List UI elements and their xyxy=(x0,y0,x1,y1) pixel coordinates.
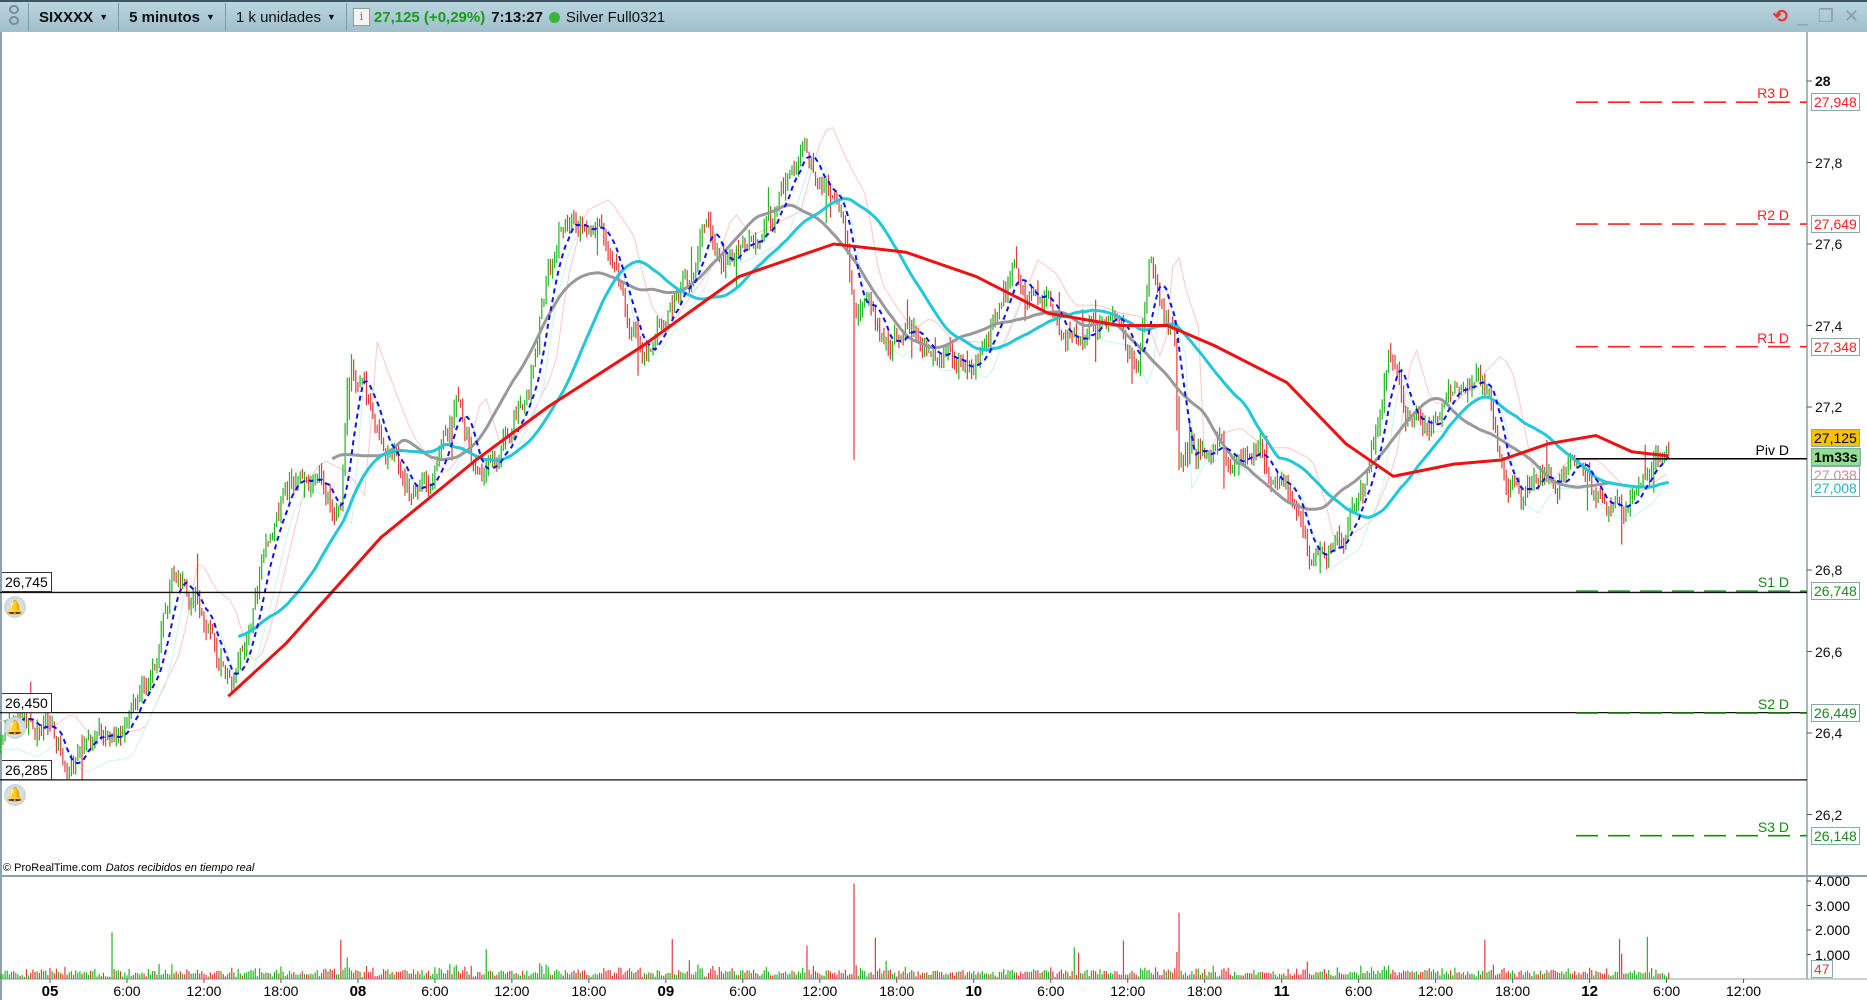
bell-icon[interactable]: 🔔 xyxy=(4,716,26,739)
volume-tick-label: 2.000 xyxy=(1815,922,1851,938)
time-tick-label: 11 xyxy=(1273,983,1290,1000)
pivot-value-label: 27,348 xyxy=(1811,337,1860,356)
bell-icon[interactable]: 🔔 xyxy=(4,783,26,806)
pivot-value-label: 26,148 xyxy=(1811,826,1860,845)
time-tick-label: 12:00 xyxy=(494,983,530,999)
time-tick-label: 12:00 xyxy=(802,983,838,999)
alert-price-label: 26,745 xyxy=(2,572,52,593)
pivot-name: R1 D xyxy=(1757,329,1789,346)
alert-price-label: 26,450 xyxy=(2,692,52,713)
current-volume-label: 47 xyxy=(1811,960,1833,978)
time-tick-label: 6:00 xyxy=(113,983,141,999)
time-tick-label: 6:00 xyxy=(729,983,757,999)
pivot-name: R3 D xyxy=(1757,85,1789,102)
time-tick-label: 09 xyxy=(657,983,675,1000)
time-tick-label: 12:00 xyxy=(1110,983,1146,999)
current-price-label: 27,125 xyxy=(1811,428,1860,447)
price-chart[interactable] xyxy=(0,0,1867,1000)
price-tick-label: 27,2 xyxy=(1815,399,1843,415)
time-tick-label: 18:00 xyxy=(1187,983,1223,999)
pivot-value-label: 27,649 xyxy=(1811,215,1860,234)
time-tick-label: 12:00 xyxy=(1726,983,1762,999)
time-tick-label: 10 xyxy=(965,983,983,1000)
pivot-name: R2 D xyxy=(1757,207,1789,224)
time-tick-label: 12 xyxy=(1581,983,1598,1000)
pivot-value-label: 27,948 xyxy=(1811,93,1860,112)
pivot-name: S1 D xyxy=(1757,574,1789,591)
time-tick-label: 18:00 xyxy=(571,983,607,999)
pivot-value-label: 26,449 xyxy=(1811,704,1860,723)
countdown-label: 1m33s xyxy=(1811,447,1861,466)
pivot-name: S3 D xyxy=(1757,818,1789,835)
realtime-notice: Datos recibidos en tiempo real xyxy=(105,862,255,874)
pivot-name: Piv D xyxy=(1755,441,1789,458)
copyright-text: © ProRealTime.com xyxy=(3,862,102,874)
time-tick-label: 18:00 xyxy=(263,983,299,999)
price-tick-label: 28 xyxy=(1815,73,1831,89)
volume-tick-label: 4.000 xyxy=(1815,873,1851,889)
price-tick-label: 27,4 xyxy=(1815,317,1843,334)
price-tick-label: 26,4 xyxy=(1815,725,1843,741)
time-tick-label: 6:00 xyxy=(1037,983,1065,999)
time-tick-label: 6:00 xyxy=(1652,983,1681,999)
price-tick-label: 26,8 xyxy=(1815,562,1843,578)
time-tick-label: 18:00 xyxy=(879,983,915,999)
pivot-value-label: 26,748 xyxy=(1811,582,1860,601)
volume-tick-label: 3.000 xyxy=(1815,897,1851,914)
time-tick-label: 12:00 xyxy=(1418,983,1454,999)
ma-value-label: 27,008 xyxy=(1811,479,1860,498)
time-tick-label: 05 xyxy=(41,983,59,1000)
time-tick-label: 12:00 xyxy=(186,983,222,999)
time-tick-label: 08 xyxy=(349,983,367,1000)
time-tick-label: 6:00 xyxy=(1345,983,1373,999)
time-tick-label: 6:00 xyxy=(421,983,449,999)
bell-icon[interactable]: 🔔 xyxy=(4,596,26,619)
price-tick-label: 27,8 xyxy=(1815,154,1843,171)
time-tick-label: 18:00 xyxy=(1495,983,1531,999)
alert-price-label: 26,285 xyxy=(2,759,52,780)
price-tick-label: 26,2 xyxy=(1815,806,1843,823)
pivot-name: S2 D xyxy=(1757,696,1789,713)
chart-background xyxy=(0,32,1867,1000)
price-tick-label: 26,6 xyxy=(1815,643,1843,660)
price-tick-label: 27,6 xyxy=(1815,236,1843,252)
copyright: © ProRealTime.com Datos recibidos en tiem… xyxy=(3,862,254,874)
